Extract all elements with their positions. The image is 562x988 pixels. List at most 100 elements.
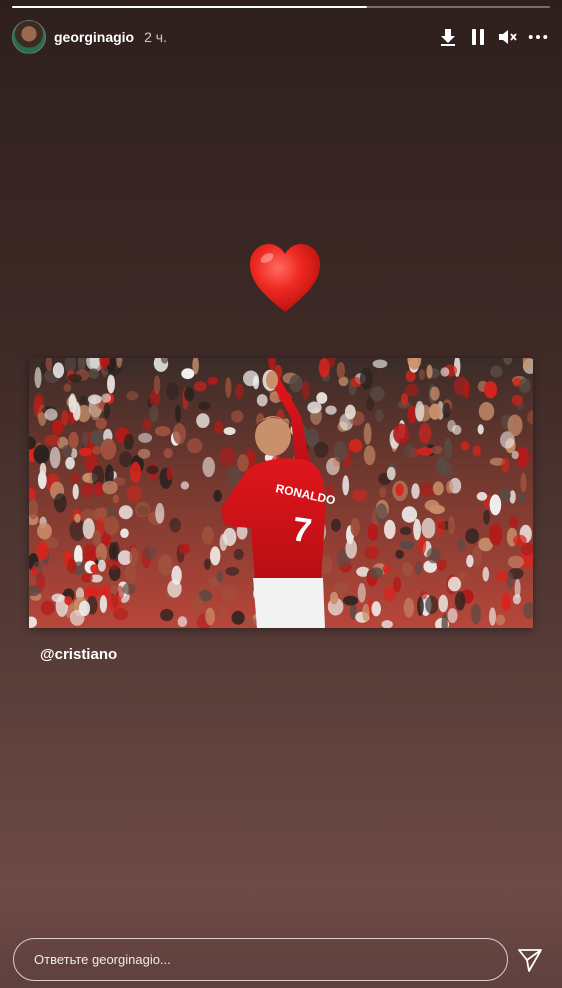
crowd-figure xyxy=(65,456,75,470)
crowd-figure xyxy=(233,548,244,560)
send-icon[interactable] xyxy=(516,946,544,974)
crowd-figure xyxy=(421,517,436,539)
crowd-figure xyxy=(345,539,358,559)
crowd-figure xyxy=(72,483,79,500)
crowd-figure xyxy=(124,564,137,585)
crowd-figure xyxy=(44,434,60,446)
crowd-figure xyxy=(375,409,384,422)
crowd-figure xyxy=(316,392,328,404)
crowd-figure xyxy=(118,505,133,520)
crowd-figure xyxy=(158,554,173,576)
crowd-figure xyxy=(223,427,236,436)
username[interactable]: georginagio xyxy=(54,29,134,45)
crowd-figure xyxy=(426,364,433,379)
reply-bar[interactable] xyxy=(13,938,508,981)
crowd-figure xyxy=(395,549,404,559)
crowd-figure xyxy=(78,600,91,617)
crowd-figure xyxy=(350,376,362,388)
crowd-figure xyxy=(44,408,58,421)
crowd-figure xyxy=(219,603,226,619)
crowd-figure xyxy=(87,394,102,405)
crowd-figure xyxy=(372,359,388,369)
crowd-figure xyxy=(231,610,245,625)
crowd-figure xyxy=(399,540,415,550)
crowd-figure xyxy=(460,441,470,451)
crowd-figure xyxy=(415,561,423,575)
crowd-figure xyxy=(37,522,52,540)
crowd-figure xyxy=(97,585,109,597)
crowd-figure xyxy=(507,555,524,569)
crowd-figure xyxy=(63,383,72,392)
crowd-figure xyxy=(78,447,93,457)
crowd-figure xyxy=(518,378,531,393)
crowd-figure xyxy=(432,481,444,496)
crowd-figure xyxy=(202,456,215,478)
crowd-figure xyxy=(478,402,495,421)
reply-input[interactable] xyxy=(34,939,491,980)
crowd-figure xyxy=(489,607,496,626)
crowd-figure xyxy=(67,558,77,574)
crowd-figure xyxy=(342,475,350,496)
crowd-figure xyxy=(511,450,519,460)
crowd-figure xyxy=(163,448,173,459)
crowd-figure xyxy=(90,564,99,574)
crowd-figure xyxy=(225,566,240,576)
crowd-figure xyxy=(122,583,136,595)
crowd-figure xyxy=(444,438,453,460)
crowd-figure xyxy=(166,466,173,481)
crowd-figure xyxy=(352,488,368,502)
more-icon[interactable] xyxy=(528,26,548,48)
crowd-figure xyxy=(100,438,117,460)
crowd-figure xyxy=(465,528,479,544)
crowd-figure xyxy=(198,401,211,411)
crowd-figure xyxy=(403,597,415,618)
crowd-figure xyxy=(99,595,108,613)
crowd-figure xyxy=(386,466,396,481)
crowd-figure xyxy=(67,373,82,383)
pause-icon[interactable] xyxy=(468,26,488,48)
avatar[interactable] xyxy=(12,20,46,54)
crowd-figure xyxy=(440,367,450,377)
crowd-figure xyxy=(430,446,443,454)
crowd-figure xyxy=(289,374,303,392)
crowd-figure xyxy=(52,362,65,379)
crowd-figure xyxy=(333,441,348,463)
crowd-figure xyxy=(135,501,151,518)
crowd-figure xyxy=(231,410,244,423)
crowd-figure xyxy=(79,395,87,406)
crowd-figure xyxy=(471,546,482,568)
crowd-figure xyxy=(417,596,424,616)
crowd-figure xyxy=(34,392,45,414)
crowd-figure xyxy=(52,419,64,435)
crowd-figure xyxy=(399,526,412,536)
crowd-figure xyxy=(81,430,89,448)
crowd-figure xyxy=(34,367,42,389)
crowd-figure xyxy=(169,517,181,533)
crowd-figure xyxy=(155,502,165,524)
story-controls xyxy=(438,26,548,48)
crowd-figure xyxy=(207,376,218,385)
heart-emoji xyxy=(247,240,323,316)
crowd-figure xyxy=(401,393,408,406)
crowd-figure xyxy=(520,472,527,493)
crowd-figure xyxy=(325,405,337,415)
story-caption-mention[interactable]: @cristiano xyxy=(40,646,117,663)
crowd-figure xyxy=(509,516,519,529)
crowd-figure xyxy=(453,376,470,396)
crowd-figure xyxy=(490,365,503,378)
crowd-figure xyxy=(457,538,466,552)
download-icon[interactable] xyxy=(438,26,458,48)
crowd-figure xyxy=(107,374,115,394)
crowd-figure xyxy=(237,454,249,472)
crowd-figure xyxy=(330,591,339,605)
crowd-figure xyxy=(210,546,221,566)
mute-icon[interactable] xyxy=(498,26,518,48)
crowd-figure xyxy=(483,509,490,525)
crowd-figure xyxy=(110,584,118,595)
crowd-figure xyxy=(360,367,373,390)
crowd-figure xyxy=(375,503,388,524)
crowd-figure xyxy=(192,595,203,613)
crowd-figure xyxy=(101,367,109,378)
crowd-figure xyxy=(446,480,454,494)
crowd-figure xyxy=(384,519,396,539)
